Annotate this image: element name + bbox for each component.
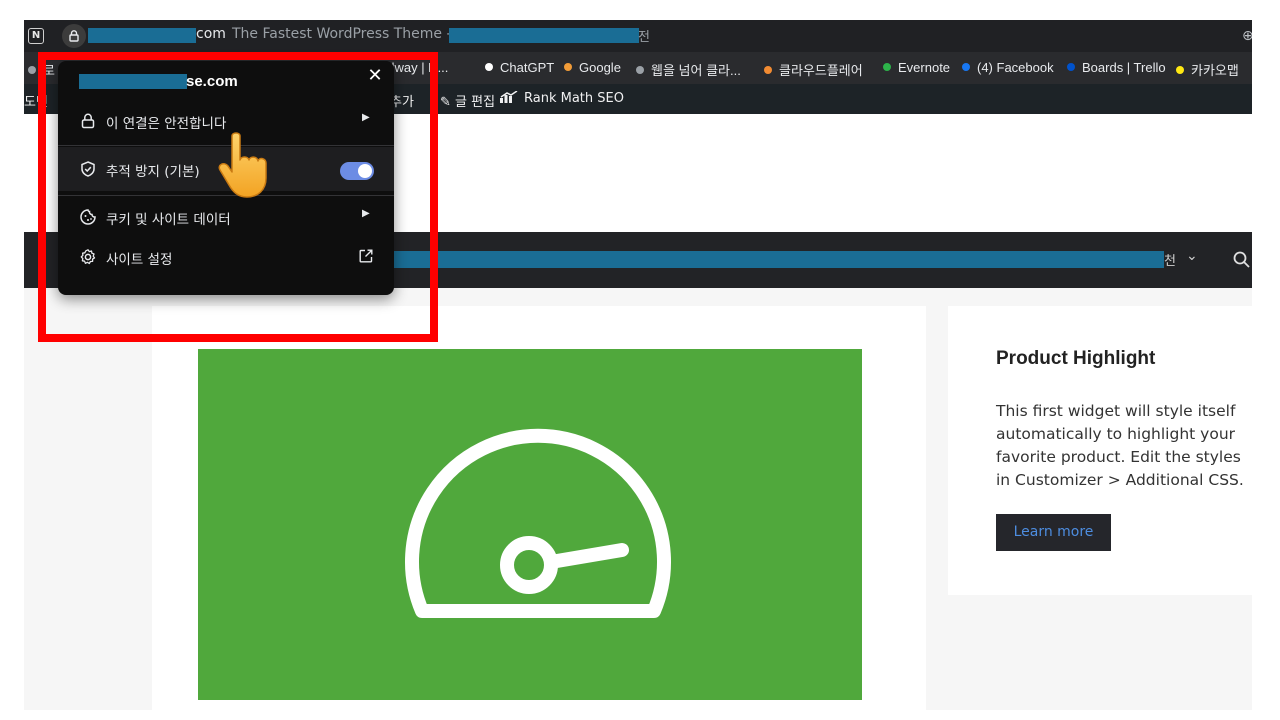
toggle-knob [358,164,372,178]
site-settings-item[interactable]: 사이트 설정 [58,235,394,279]
url-domain-suffix[interactable]: com [196,26,226,42]
page-title-tail: 전 [638,30,650,45]
bookmark-item[interactable]: Evernote [883,60,950,75]
bar-chart-icon [500,90,518,103]
cookie-icon [80,209,96,225]
arrow-right-icon: ▶ [362,208,370,219]
divider [58,145,394,146]
bookmark-item[interactable]: 클라우드플레어 [764,60,863,79]
widget-body: This first widget will style itself auto… [996,402,1244,489]
external-link-icon [359,249,373,263]
tracking-label: 추적 방지 (기본) [106,164,200,180]
browser-window: N com The Fastest WordPress Theme - 전 ⊕ … [24,20,1252,710]
lock-icon [81,113,95,129]
speedometer-icon [405,428,671,618]
bookmark-dot-icon [962,63,970,71]
shield-icon [81,161,95,177]
tracking-toggle[interactable] [340,162,374,180]
bookmark-dot-icon [1067,63,1075,71]
widget-title: Product Highlight [996,348,1156,369]
redacted-title [449,28,639,43]
gear-icon [80,249,96,265]
tracking-prevention-item[interactable]: 추적 방지 (기본) [58,147,394,191]
popup-domain: se.com [186,73,238,90]
search-icon[interactable] [1232,250,1252,270]
browser-menu-icon[interactable]: ⊕ [1242,28,1252,44]
product-highlight-widget: Product Highlight This first widget will… [948,306,1252,595]
connection-secure-item[interactable]: 이 연결은 안전합니다 ▶ [58,99,394,143]
bookmark-dot-icon [1176,66,1184,74]
bookmark-dot-icon [28,66,36,74]
arrow-right-icon: ▶ [362,112,370,123]
site-info-popup: se.com ✕ 이 연결은 안전합니다 ▶ 추적 방지 (기본) 쿠키 및 사… [58,61,394,295]
admin-bar-item[interactable]: 도민 [24,91,48,110]
cookies-label: 쿠키 및 사이트 데이터 [106,212,231,228]
nav-item-tail[interactable]: 천 [1164,250,1176,269]
bookmark-dot-icon [883,63,891,71]
notion-icon[interactable]: N [28,28,44,44]
bookmark-item[interactable]: 카카오맵 [1176,60,1239,79]
close-icon[interactable]: ✕ [364,65,386,87]
cookies-site-data-item[interactable]: 쿠키 및 사이트 데이터 ▶ [58,195,394,239]
site-info-button[interactable] [62,24,86,48]
admin-bar-rank-math[interactable]: Rank Math SEO [500,90,624,106]
bookmark-item[interactable]: Boards | Trello [1067,60,1166,75]
bookmark-dot-icon [564,63,572,71]
redacted-domain [88,28,196,43]
article-card [152,306,926,710]
lock-icon [69,30,79,42]
connection-label: 이 연결은 안전합니다 [106,116,227,132]
bookmark-dot-icon [636,66,644,74]
admin-bar-edit-post[interactable]: ✎ 글 편집 [440,91,495,110]
bookmark-item[interactable]: 웹을 넘어 클라... [636,60,741,79]
page-title[interactable]: The Fastest WordPress Theme - [232,26,452,42]
bookmark-item[interactable]: ChatGPT [485,60,554,75]
pencil-icon: ✎ [440,95,456,110]
featured-image[interactable] [198,349,862,700]
bookmark-dot-icon [485,63,493,71]
redacted-popup-domain [79,74,187,89]
learn-more-button[interactable]: Learn more [996,514,1111,551]
bookmark-partial[interactable]: 로 [28,60,55,79]
site-settings-label: 사이트 설정 [106,252,173,268]
address-bar: N com The Fastest WordPress Theme - 전 ⊕ [24,20,1252,52]
chevron-down-icon[interactable]: ⌄ [1186,248,1198,264]
bookmark-item[interactable]: Google [564,60,621,75]
bookmark-dot-icon [764,66,772,74]
redacted-menu [392,251,1164,268]
bookmark-item[interactable]: (4) Facebook [962,60,1054,75]
